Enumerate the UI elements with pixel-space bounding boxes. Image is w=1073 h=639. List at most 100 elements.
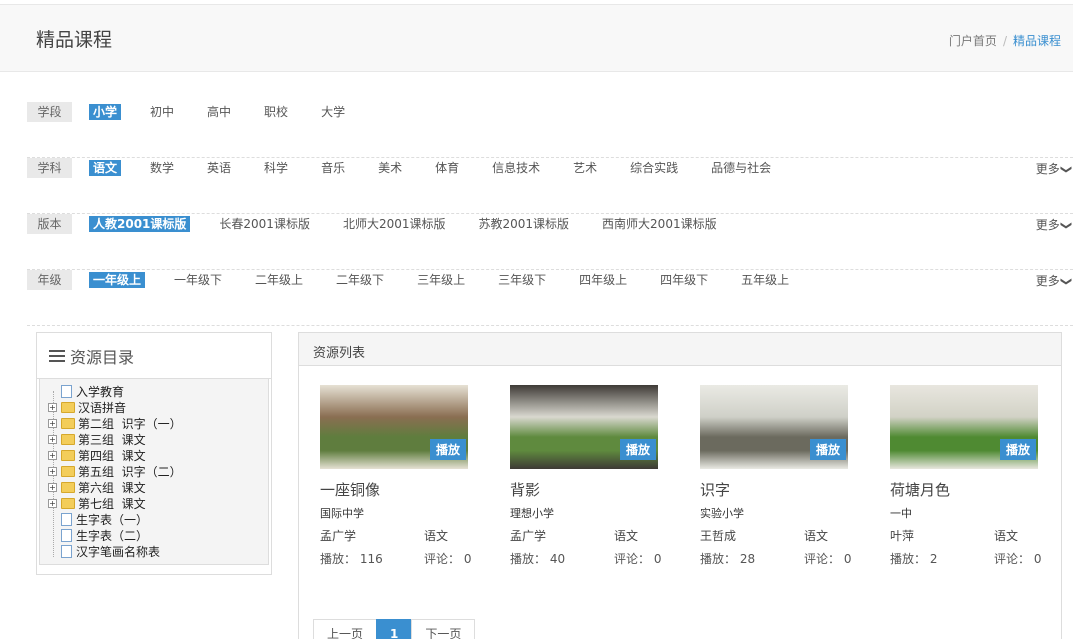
video-thumbnail[interactable]: 播放 xyxy=(510,385,658,469)
filter-option[interactable]: 五年级上 xyxy=(737,272,793,288)
filter-option[interactable]: 体育 xyxy=(431,160,463,176)
filter-option[interactable]: 数学 xyxy=(146,160,178,176)
filter-option[interactable]: 高中 xyxy=(203,104,235,120)
more-label: 更多 xyxy=(1035,274,1060,288)
filter-options: 语文 数学 英语 科学 音乐 美术 体育 信息技术 艺术 综合实践 品德与社会 xyxy=(89,160,800,176)
filter-option[interactable]: 大学 xyxy=(317,104,349,120)
tree-item[interactable]: + 第三组 课文 xyxy=(48,431,146,447)
filter-option[interactable]: 音乐 xyxy=(317,160,349,176)
folder-icon xyxy=(61,449,75,461)
more-link[interactable]: 更多❯ xyxy=(1035,216,1073,233)
filter-option[interactable]: 综合实践 xyxy=(626,160,682,176)
resource-list-panel: 资源列表 播放 一座铜像 国际中学 孟广学 语文 播放： 116 评论： 0 播放 背影 理想小学… xyxy=(298,332,1062,639)
list-icon xyxy=(49,349,65,362)
tree-item[interactable]: + 第六组 课文 xyxy=(48,479,146,495)
more-label: 更多 xyxy=(1035,218,1060,232)
filter-option[interactable]: 三年级上 xyxy=(413,272,469,288)
resource-title[interactable]: 背影 xyxy=(510,479,700,500)
folder-icon xyxy=(61,481,75,493)
expand-icon[interactable]: + xyxy=(48,402,57,412)
directory-tree: 入学教育 + 汉语拼音 + 第二组 识字（一） + 第三组 课文 + 第四组 课文 + 第五组 识字… xyxy=(39,379,269,565)
filter-option-selected[interactable]: 语文 xyxy=(89,160,122,176)
filter-option-selected[interactable]: 人教2001课标版 xyxy=(89,216,191,232)
video-thumbnail[interactable]: 播放 xyxy=(700,385,848,469)
resource-school: 国际中学 xyxy=(320,507,364,520)
more-link[interactable]: 更多❯ xyxy=(1035,272,1073,289)
filter-label: 学科 xyxy=(27,158,72,178)
filter-option[interactable]: 一年级下 xyxy=(170,272,226,288)
more-link[interactable]: 更多❯ xyxy=(1036,160,1073,177)
filter-option[interactable]: 北师大2001课标版 xyxy=(339,216,450,232)
play-count-label: 播放： xyxy=(700,552,737,566)
file-icon xyxy=(61,544,72,558)
filter-option[interactable]: 二年级下 xyxy=(332,272,388,288)
filter-option[interactable]: 苏教2001课标版 xyxy=(475,216,574,232)
play-count-label: 播放： xyxy=(510,552,547,566)
filter-option-selected[interactable]: 一年级上 xyxy=(89,272,146,288)
tree-item[interactable]: + 第四组 课文 xyxy=(48,447,146,463)
filter-option[interactable]: 四年级下 xyxy=(656,272,712,288)
tree-item[interactable]: 生字表（二） xyxy=(48,527,148,543)
resource-title[interactable]: 识字 xyxy=(700,479,890,500)
tree-item[interactable]: + 第七组 课文 xyxy=(48,495,146,511)
play-button[interactable]: 播放 xyxy=(999,439,1036,460)
filter-label: 版本 xyxy=(27,214,72,234)
play-count-label: 播放： xyxy=(320,552,357,566)
tree-item[interactable]: 汉字笔画名称表 xyxy=(48,543,160,559)
chevron-down-icon: ❯ xyxy=(1059,164,1073,175)
filter-option-selected[interactable]: 小学 xyxy=(89,104,122,120)
expand-icon[interactable]: + xyxy=(48,434,57,444)
filter-option[interactable]: 二年级上 xyxy=(251,272,307,288)
filter-option[interactable]: 四年级上 xyxy=(575,272,631,288)
expand-icon[interactable]: + xyxy=(48,498,57,508)
tree-item-label: 汉语拼音 xyxy=(78,400,127,415)
tree-item[interactable]: 生字表（一） xyxy=(48,511,148,527)
resource-card: 播放 荷塘月色 一中 叶萍 语文 播放： 2 评论： 0 xyxy=(890,385,1073,567)
breadcrumb-home-link[interactable]: 门户首页 xyxy=(949,34,997,48)
expand-icon[interactable]: + xyxy=(48,450,57,460)
filter-option[interactable]: 品德与社会 xyxy=(707,160,775,176)
current-page-button[interactable]: 1 xyxy=(376,619,413,639)
video-thumbnail[interactable]: 播放 xyxy=(320,385,468,469)
play-count: 播放： 116 xyxy=(320,550,424,567)
filter-option[interactable]: 英语 xyxy=(203,160,235,176)
resource-subject: 语文 xyxy=(804,529,829,543)
tree-item[interactable]: + 汉语拼音 xyxy=(48,399,126,415)
tree-item[interactable]: + 第二组 识字（一） xyxy=(48,415,182,431)
expand-icon[interactable]: + xyxy=(48,482,57,492)
resource-school: 一中 xyxy=(890,507,912,520)
prev-page-button[interactable]: 上一页 xyxy=(313,619,378,639)
filter-option[interactable]: 信息技术 xyxy=(488,160,544,176)
comment-count: 评论： 0 xyxy=(424,550,471,567)
expand-icon[interactable]: + xyxy=(48,418,57,428)
comment-count-value: 0 xyxy=(653,552,662,566)
filter-option[interactable]: 科学 xyxy=(260,160,292,176)
play-button[interactable]: 播放 xyxy=(429,439,466,460)
comment-count-value: 0 xyxy=(463,552,472,566)
video-thumbnail[interactable]: 播放 xyxy=(890,385,1038,469)
play-count: 播放： 28 xyxy=(700,550,804,567)
filter-row-3: 年级 一年级上 一年级下 二年级上 二年级下 三年级上 三年级下 四年级上 四年级下 五年级上 更多… xyxy=(27,270,1073,326)
filter-option[interactable]: 西南师大2001课标版 xyxy=(598,216,721,232)
filter-option[interactable]: 美术 xyxy=(374,160,406,176)
file-icon xyxy=(61,528,72,542)
resource-title[interactable]: 一座铜像 xyxy=(320,479,510,500)
play-button[interactable]: 播放 xyxy=(619,439,656,460)
resource-title[interactable]: 荷塘月色 xyxy=(890,479,1073,500)
filter-option[interactable]: 初中 xyxy=(146,104,178,120)
filter-option[interactable]: 职校 xyxy=(260,104,292,120)
expand-icon[interactable]: + xyxy=(48,466,57,476)
resource-card: 播放一座铜像国际中学孟广学 语文播放： 116 评论： 0 xyxy=(320,385,510,567)
comment-count-label: 评论： xyxy=(424,552,461,566)
resource-school: 理想小学 xyxy=(510,507,554,520)
play-button[interactable]: 播放 xyxy=(809,439,846,460)
filter-option[interactable]: 三年级下 xyxy=(494,272,550,288)
tree-item[interactable]: + 第五组 识字（二） xyxy=(48,463,182,479)
filter-option[interactable]: 长春2001课标版 xyxy=(215,216,314,232)
filter-option[interactable]: 艺术 xyxy=(569,160,601,176)
resource-meta-row: 孟广学 语文 xyxy=(320,527,510,544)
file-icon xyxy=(61,384,72,398)
resource-directory-title: 资源目录 xyxy=(70,347,135,367)
tree-item[interactable]: 入学教育 xyxy=(48,383,124,399)
next-page-button[interactable]: 下一页 xyxy=(411,619,476,639)
